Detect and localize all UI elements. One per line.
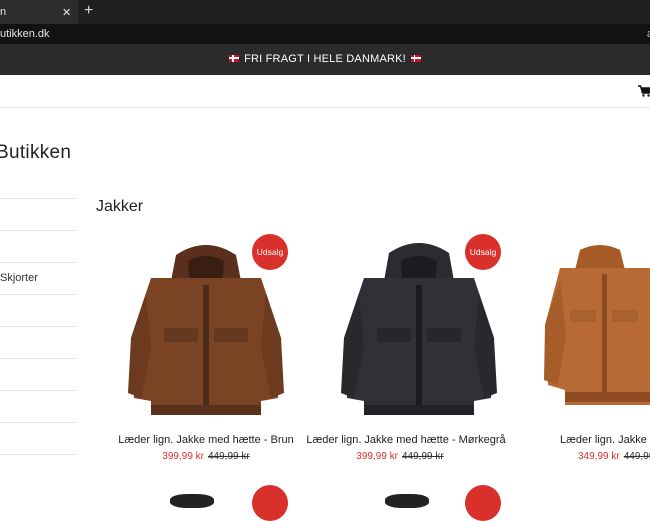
url-text[interactable]: utikken.dk	[0, 28, 50, 40]
denmark-flag-icon	[229, 55, 239, 62]
sidebar-item[interactable]	[0, 390, 76, 422]
close-icon[interactable]: ✕	[62, 6, 71, 19]
promo-banner: FRI FRAGT I HELE DANMARK!	[0, 44, 650, 75]
tab-title: n	[0, 6, 6, 18]
browser-tab[interactable]: n ✕	[0, 0, 78, 24]
address-bar[interactable]: utikken.dk a	[0, 24, 650, 44]
sale-price: 399,99 kr	[162, 451, 204, 462]
sidebar-nav: Skjorter	[0, 198, 76, 455]
denmark-flag-icon	[411, 55, 421, 62]
compare-at-price: 449,99 kr	[208, 451, 250, 462]
product-price: 349,99 kr 449,99 kr	[578, 451, 650, 462]
banner-text: FRI FRAGT I HELE DANMARK!	[244, 53, 406, 65]
sale-badge	[465, 485, 501, 521]
sidebar-item[interactable]	[0, 358, 76, 390]
product-price: 399,99 kr 449,99 kr	[300, 451, 500, 462]
product-title[interactable]: Læder lign. Jakke med hætte - Brun	[96, 434, 316, 446]
sidebar-item-skjorter[interactable]: Skjorter	[0, 262, 76, 294]
cart-icon[interactable]	[638, 85, 650, 97]
compare-at-price: 449,99 kr	[402, 451, 444, 462]
product-title[interactable]: Læder lign. Jakke med hætte - Mørkegrå	[296, 434, 516, 446]
store-name[interactable]: Butikken	[0, 142, 71, 164]
product-image-partial	[170, 494, 214, 508]
sale-price: 349,99 kr	[578, 451, 620, 462]
sale-price: 399,99 kr	[356, 451, 398, 462]
product-price: 399,99 kr 449,99 kr	[106, 451, 306, 462]
sidebar-item[interactable]	[0, 422, 76, 455]
product-image-partial	[385, 494, 429, 508]
sidebar-item[interactable]	[0, 326, 76, 358]
sale-badge: Udsalg	[465, 234, 501, 270]
compare-at-price: 449,99 kr	[624, 451, 650, 462]
sale-badge: Udsalg	[252, 234, 288, 270]
sale-badge	[252, 485, 288, 521]
product-title[interactable]: Læder lign. Jakke -	[560, 434, 650, 446]
sidebar-item[interactable]	[0, 294, 76, 326]
site-header	[0, 75, 650, 108]
cognac-jacket-image[interactable]	[540, 240, 650, 410]
sidebar-item[interactable]	[0, 230, 76, 262]
sidebar-item[interactable]	[0, 198, 76, 230]
plus-icon[interactable]: +	[84, 3, 93, 19]
browser-tab-bar: n ✕ +	[0, 0, 650, 24]
category-heading: Jakker	[96, 198, 143, 216]
